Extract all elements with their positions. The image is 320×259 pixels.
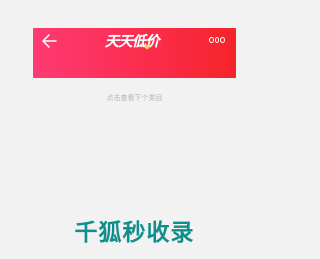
back-arrow-icon[interactable] (40, 33, 58, 49)
header-banner: 天天低价 (33, 28, 236, 78)
next-category-hint[interactable]: 点击查看下个类目 (0, 93, 269, 103)
page-title: 天天低价 (105, 34, 160, 50)
more-dot-icon (220, 37, 226, 43)
more-dot-icon (209, 37, 214, 43)
brand-watermark: 千狐秒收录 (74, 220, 195, 246)
more-options-icon[interactable] (209, 37, 226, 43)
more-dot-icon (214, 37, 220, 43)
